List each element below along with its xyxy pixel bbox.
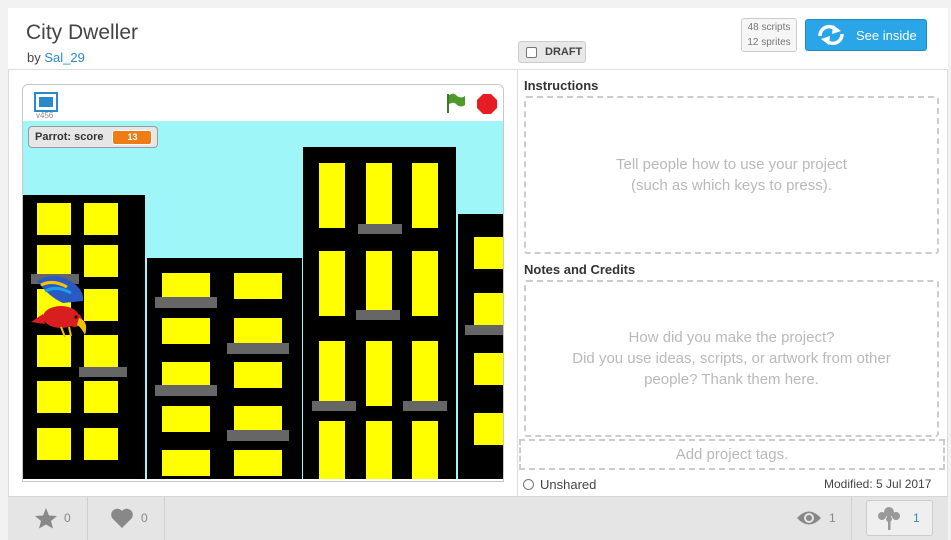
monitor-value: 13 <box>112 129 153 145</box>
player-version: v456 <box>36 111 54 120</box>
remixes-count: 1 <box>913 511 920 525</box>
see-inside-label: See inside <box>856 27 917 43</box>
byline: by Sal_29 <box>27 50 85 65</box>
favorite-button[interactable]: 0 <box>34 507 71 529</box>
stage-scene <box>23 147 503 479</box>
footer-divider <box>851 497 852 540</box>
monitor-label: Parrot: score <box>35 131 104 143</box>
sprites-count: 12 sprites <box>747 37 791 48</box>
project-counts: 48 scripts 12 sprites <box>741 18 797 52</box>
loves-count: 0 <box>141 511 148 525</box>
stage[interactable]: Parrot: score 13 <box>23 121 503 479</box>
project-title[interactable]: City Dweller <box>26 21 138 45</box>
fullscreen-icon[interactable] <box>34 92 58 112</box>
heart-icon <box>111 508 133 528</box>
share-status: Unshared <box>523 477 596 492</box>
eye-icon <box>797 511 821 525</box>
unshared-icon <box>523 479 534 490</box>
instructions-placeholder-1: Tell people how to use your project <box>616 156 847 173</box>
see-inside-icon <box>818 24 844 46</box>
instructions-placeholder-2: (such as which keys to press). <box>631 177 832 194</box>
scripts-count: 48 scripts <box>747 22 791 33</box>
modified-date: Modified: 5 Jul 2017 <box>824 477 932 491</box>
views-count: 1 <box>829 511 836 525</box>
notes-label: Notes and Credits <box>524 262 636 277</box>
notes-placeholder-3: people? Thank them here. <box>644 371 819 388</box>
author-link[interactable]: Sal_29 <box>44 50 84 65</box>
share-status-label: Unshared <box>540 477 597 492</box>
score-monitor[interactable]: Parrot: score 13 <box>28 126 158 148</box>
notes-field[interactable]: How did you make the project? Did you us… <box>524 280 939 437</box>
notes-placeholder-2: Did you use ideas, scripts, or artwork f… <box>572 350 891 367</box>
favorites-count: 0 <box>64 511 71 525</box>
stop-icon[interactable] <box>476 93 498 115</box>
instructions-field[interactable]: Tell people how to use your project (suc… <box>524 96 939 254</box>
notes-placeholder-1: How did you make the project? <box>628 329 835 346</box>
tags-input[interactable]: Add project tags. <box>519 439 945 470</box>
draft-checkbox[interactable] <box>526 46 537 58</box>
footer-divider <box>87 497 88 540</box>
see-inside-button[interactable]: See inside <box>805 19 927 51</box>
draft-label: DRAFT <box>545 46 583 58</box>
column-divider <box>517 70 518 496</box>
views-stat: 1 <box>796 509 836 527</box>
green-flag-icon[interactable] <box>444 92 466 114</box>
project-header: City Dweller by Sal_29 DRAFT 48 scripts … <box>8 8 948 70</box>
draft-toggle[interactable]: DRAFT <box>518 41 586 63</box>
by-prefix: by <box>27 50 41 65</box>
instructions-label: Instructions <box>524 78 599 93</box>
star-icon <box>35 508 57 529</box>
love-button[interactable]: 0 <box>110 507 148 529</box>
footer-divider <box>164 497 165 540</box>
remix-tree-button[interactable]: 1 <box>866 500 933 536</box>
remix-tree-icon <box>878 507 900 530</box>
